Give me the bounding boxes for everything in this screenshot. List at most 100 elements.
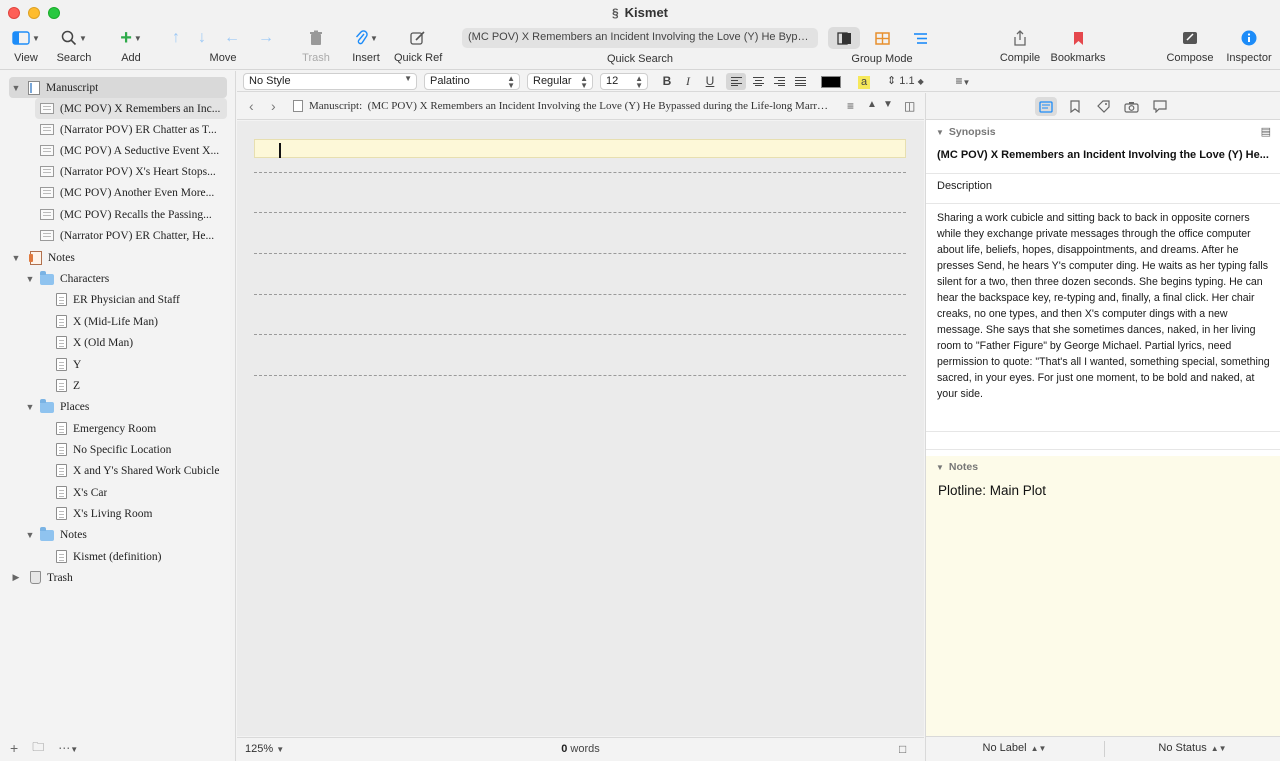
binder-doc-row[interactable]: X's Car — [0, 482, 236, 503]
binder-doc-row[interactable]: X's Living Room — [0, 503, 236, 524]
move-down-icon[interactable]: ↓ — [198, 29, 206, 47]
current-text-line[interactable] — [254, 139, 906, 158]
split-editor-icon[interactable]: ◫ — [904, 99, 915, 113]
justify-button[interactable] — [790, 73, 810, 90]
add-item-icon[interactable]: + — [10, 740, 18, 756]
binder-doc-row[interactable]: Y — [0, 354, 236, 375]
font-size-select[interactable]: 12 ▲ ▼ — [600, 73, 648, 90]
move-left-icon[interactable]: ← — [224, 29, 240, 47]
add-folder-icon[interactable]: 🗀 — [32, 738, 44, 759]
synopsis-title[interactable]: (MC POV) X Remembers an Incident Involvi… — [937, 149, 1271, 161]
tab-bookmarks[interactable] — [1064, 97, 1086, 116]
inspector-button[interactable]: Inspector — [1224, 26, 1274, 64]
disclosure-open-icon[interactable]: ▼ — [10, 253, 22, 263]
forward-arrow-icon[interactable]: › — [271, 98, 276, 114]
breadcrumb[interactable]: Manuscript: (MC POV) X Remembers an Inci… — [309, 100, 829, 112]
disclosure-open-icon[interactable]: ▼ — [24, 274, 36, 284]
group-mode-outliner-button[interactable] — [904, 27, 936, 49]
view-button[interactable]: ▼ View — [10, 26, 42, 64]
binder-doc-row[interactable]: X (Mid-Life Man) — [0, 311, 236, 332]
binder-doc-row[interactable]: No Specific Location — [0, 439, 236, 460]
binder-scene-row[interactable]: (Narrator POV) ER Chatter as T... — [0, 119, 236, 140]
binder-doc-row[interactable]: X and Y's Shared Work Cubicle — [0, 460, 236, 481]
document-icon — [56, 358, 67, 371]
disclosure-closed-icon[interactable]: ▶ — [10, 572, 22, 583]
move-right-icon[interactable]: → — [258, 29, 274, 47]
align-right-icon — [773, 77, 785, 87]
previous-item-icon[interactable]: ▲ — [867, 99, 877, 110]
next-item-icon[interactable]: ▼ — [883, 99, 893, 110]
more-options-icon[interactable]: ⋯▼ — [58, 741, 78, 755]
text-color-button[interactable] — [820, 73, 842, 90]
binder-doc-row[interactable]: Kismet (definition) — [0, 546, 236, 567]
image-icon[interactable]: ▤ — [1261, 125, 1271, 138]
tab-comments[interactable] — [1149, 97, 1171, 116]
tab-metadata[interactable] — [1092, 97, 1114, 116]
binder-item-notes[interactable]: ▼ Notes — [0, 247, 236, 268]
notes-header[interactable]: ▼ Notes — [926, 457, 1280, 479]
align-right-button[interactable] — [769, 73, 789, 90]
list-style-button[interactable]: ≡▼ — [949, 73, 977, 90]
binder-doc-row[interactable]: Emergency Room — [0, 418, 236, 439]
binder-scene-row[interactable]: (MC POV) Another Even More... — [0, 182, 236, 203]
editor-text-area[interactable] — [237, 121, 924, 736]
compile-button[interactable]: Compile — [998, 26, 1042, 64]
search-label: Search — [56, 52, 92, 64]
quick-ref-button[interactable]: Quick Ref — [394, 26, 442, 64]
group-mode-corkboard-button[interactable] — [866, 27, 898, 49]
binder-doc-row[interactable]: X (Old Man) — [0, 332, 236, 353]
disclosure-open-icon[interactable]: ▼ — [10, 83, 22, 93]
group-mode-scrivenings-button[interactable] — [828, 27, 860, 49]
binder-item-label: Notes — [60, 528, 87, 541]
binder-scene-row[interactable]: (MC POV) X Remembers an Inc... — [0, 98, 236, 119]
binder-item-manuscript[interactable]: ▼ Manuscript — [0, 77, 236, 98]
binder-folder-notes[interactable]: ▼ Notes — [0, 524, 236, 545]
paperclip-icon — [356, 30, 368, 45]
binder-item-trash[interactable]: ▶ Trash — [0, 567, 236, 588]
notes-text[interactable]: Plotline: Main Plot — [938, 483, 1046, 498]
outliner-icon — [913, 32, 927, 44]
tab-snapshots[interactable] — [1120, 97, 1142, 116]
synopsis-header[interactable]: ▼ Synopsis ▤ — [926, 122, 1280, 144]
target-icon[interactable]: □ — [899, 742, 906, 756]
text-color-swatch — [821, 75, 841, 88]
folder-icon — [40, 527, 54, 541]
binder-scene-row[interactable]: (Narrator POV) X's Heart Stops... — [0, 161, 236, 182]
search-button[interactable]: ▼ Search — [56, 26, 92, 64]
binder-doc-row[interactable]: Z — [0, 375, 236, 396]
item-menu-icon[interactable]: ≡ — [847, 99, 854, 113]
align-center-button[interactable] — [748, 73, 768, 90]
disclosure-open-icon[interactable]: ▼ — [24, 530, 36, 540]
binder-scene-row[interactable]: (MC POV) A Seductive Event X... — [0, 140, 236, 161]
highlight-color-button[interactable]: a — [852, 73, 876, 90]
synopsis-description[interactable]: Sharing a work cubicle and sitting back … — [937, 210, 1273, 402]
add-button[interactable]: + ▼ Add — [114, 26, 148, 64]
paragraph-style-select[interactable]: No Style ▼ — [243, 73, 417, 90]
notes-area[interactable] — [926, 456, 1280, 736]
disclosure-open-icon[interactable]: ▼ — [24, 402, 36, 412]
move-up-icon[interactable]: ↑ — [172, 29, 180, 47]
binder-scene-row[interactable]: (Narrator POV) ER Chatter, He... — [0, 225, 236, 246]
line-spacing-select[interactable]: ⇕ 1.1 ◆ — [887, 73, 937, 90]
bookmarks-button[interactable]: Bookmarks — [1050, 26, 1106, 64]
document-icon — [56, 486, 67, 499]
label-select[interactable]: No Label ▲▼ — [926, 742, 1103, 754]
align-left-button[interactable] — [726, 73, 746, 90]
quick-search-field[interactable]: (MC POV) X Remembers an Incident Involvi… — [462, 28, 818, 48]
underline-button[interactable]: U — [700, 73, 720, 90]
tab-notes[interactable] — [1035, 97, 1057, 116]
insert-button[interactable]: ▼ Insert — [348, 26, 384, 64]
label-value: No Label — [982, 742, 1027, 754]
compose-button[interactable]: Compose — [1164, 26, 1216, 64]
binder-doc-row[interactable]: ER Physician and Staff — [0, 289, 236, 310]
binder-scene-row[interactable]: (MC POV) Recalls the Passing... — [0, 204, 236, 225]
back-arrow-icon[interactable]: ‹ — [249, 98, 254, 114]
binder-folder-characters[interactable]: ▼ Characters — [0, 268, 236, 289]
status-select[interactable]: No Status ▲▼ — [1104, 742, 1280, 754]
bold-button[interactable]: B — [657, 73, 677, 90]
font-weight-select[interactable]: Regular ▲ ▼ — [527, 73, 593, 90]
font-family-select[interactable]: Palatino ▲ ▼ — [424, 73, 520, 90]
binder-folder-places[interactable]: ▼ Places — [0, 396, 236, 417]
italic-button[interactable]: I — [678, 73, 698, 90]
trash-button[interactable]: Trash — [300, 26, 332, 64]
